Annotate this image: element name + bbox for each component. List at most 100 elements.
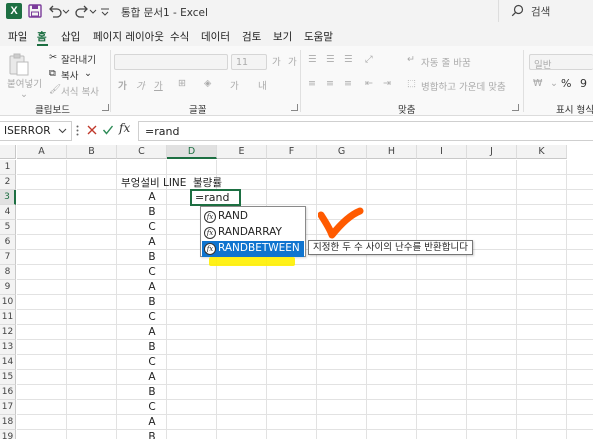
comma-style-icon[interactable]: 9 [580, 77, 587, 90]
tab-formulas[interactable]: 수식 [170, 29, 189, 44]
accounting-format-icon[interactable]: ₩ [533, 78, 542, 89]
cell-c3[interactable]: A [127, 190, 177, 205]
wrap-text-icon[interactable]: ↵ [407, 54, 415, 65]
cell-d2[interactable]: 불량률 [193, 175, 222, 190]
tab-home[interactable]: 홈 [37, 29, 47, 44]
row-header-10[interactable]: 10 [0, 295, 16, 310]
cell-c4[interactable]: B [127, 205, 177, 220]
copy-button[interactable]: 복사 [61, 68, 78, 82]
select-all-corner[interactable] [0, 145, 16, 159]
shrink-font-icon[interactable]: 가 [288, 54, 297, 68]
italic-icon[interactable]: 가 [136, 78, 145, 92]
bold-icon[interactable]: 가 [118, 78, 127, 92]
cell-c16[interactable]: B [127, 385, 177, 400]
autocomplete-item-randbetween[interactable]: fx RANDBETWEEN [202, 241, 304, 257]
cell-c18[interactable]: A [127, 415, 177, 430]
insert-function-icon[interactable]: fx [119, 121, 130, 135]
cell-c15[interactable]: A [127, 370, 177, 385]
percent-icon[interactable]: % [561, 77, 571, 90]
cell-c13[interactable]: B [127, 340, 177, 355]
cell-c2[interactable]: 부엉설비 LINE [121, 175, 186, 190]
cell-c11[interactable]: C [127, 310, 177, 325]
align-bottom-icon[interactable]: ☰ [344, 54, 353, 65]
row-header-9[interactable]: 9 [0, 280, 16, 295]
row-header-7[interactable]: 7 [0, 250, 16, 265]
tab-insert[interactable]: 삽입 [61, 29, 80, 44]
font-name-select[interactable] [114, 54, 228, 70]
save-icon[interactable] [27, 3, 43, 19]
tab-file[interactable]: 파일 [8, 29, 27, 44]
font-size-select[interactable]: 11 [231, 54, 267, 70]
formula-bar-grip-icon[interactable] [76, 125, 79, 139]
grow-font-icon[interactable]: 가 [272, 54, 281, 68]
cell-c7[interactable]: B [127, 250, 177, 265]
font-color-icon[interactable]: 가 [230, 78, 239, 92]
undo-icon[interactable] [47, 3, 63, 19]
enter-icon[interactable] [102, 123, 114, 140]
column-header-c[interactable]: C [117, 145, 167, 159]
number-format-select[interactable]: 일반 [529, 54, 593, 71]
column-header-i[interactable]: I [417, 145, 467, 159]
alignment-launcher-icon[interactable] [512, 104, 519, 111]
tab-page-layout[interactable]: 페이지 레이아웃 [93, 29, 164, 44]
paste-icon[interactable] [8, 52, 30, 79]
column-header-e[interactable]: E [217, 145, 267, 159]
cell-c12[interactable]: A [127, 325, 177, 340]
underline-icon[interactable]: 가 [154, 78, 163, 92]
cell-c19[interactable]: B [127, 430, 177, 439]
increase-indent-icon[interactable]: ⇥ [383, 78, 391, 89]
worksheet-grid[interactable]: ABCDEFGHIJK 1 2 3 4 5 6 7 8 9 10 11 12 13 14 15 16 17 18 1… [0, 145, 593, 439]
formula-input[interactable]: =rand [138, 121, 593, 141]
format-painter-button[interactable]: 서식 복사 [61, 84, 99, 98]
phonetic-icon[interactable]: 내 [258, 78, 267, 92]
wrap-text-button[interactable]: 자동 줄 바꿈 [421, 55, 471, 69]
column-header-g[interactable]: G [317, 145, 367, 159]
border-icon[interactable]: ⊞ [178, 78, 186, 89]
row-header-4[interactable]: 4 [0, 205, 16, 220]
align-middle-icon[interactable]: ☰ [326, 54, 335, 65]
align-top-icon[interactable]: ☰ [308, 54, 317, 65]
cell-c5[interactable]: C [127, 220, 177, 235]
paste-dropdown-icon[interactable]: ⌄ [20, 89, 28, 100]
column-header-h[interactable]: H [367, 145, 417, 159]
row-header-11[interactable]: 11 [0, 310, 16, 325]
column-header-f[interactable]: F [267, 145, 317, 159]
row-header-2[interactable]: 2 [0, 175, 16, 190]
tab-help[interactable]: 도움말 [304, 29, 333, 44]
cancel-icon[interactable] [86, 123, 98, 140]
align-left-icon[interactable]: ≡ [308, 78, 316, 89]
row-header-6[interactable]: 6 [0, 235, 16, 250]
row-header-14[interactable]: 14 [0, 355, 16, 370]
column-header-a[interactable]: A [17, 145, 67, 159]
search-box[interactable]: 검색 [498, 0, 593, 22]
autocomplete-item-rand[interactable]: fx RAND [202, 209, 304, 225]
row-header-3[interactable]: 3 [0, 190, 16, 205]
cell-c14[interactable]: C [127, 355, 177, 370]
orientation-icon[interactable]: ⤢ [365, 54, 373, 65]
cell-area[interactable] [17, 160, 593, 439]
merge-center-button[interactable]: 병합하고 가운데 맞춤 [421, 79, 506, 93]
row-header-8[interactable]: 8 [0, 265, 16, 280]
row-header-18[interactable]: 18 [0, 415, 16, 430]
cell-c10[interactable]: B [127, 295, 177, 310]
name-box[interactable]: ISERROR [0, 121, 72, 141]
accounting-dropdown-icon[interactable]: ⌄ [550, 78, 558, 89]
cell-c8[interactable]: C [127, 265, 177, 280]
row-header-19[interactable]: 19 [0, 430, 16, 439]
font-launcher-icon[interactable] [291, 104, 298, 111]
active-cell-d3[interactable]: =rand [190, 189, 241, 206]
column-header-k[interactable]: K [517, 145, 567, 159]
tab-data[interactable]: 데이터 [201, 29, 230, 44]
cell-c6[interactable]: A [127, 235, 177, 250]
column-header-b[interactable]: B [67, 145, 117, 159]
customize-quick-access-icon[interactable] [100, 3, 110, 19]
cell-c9[interactable]: A [127, 280, 177, 295]
row-header-5[interactable]: 5 [0, 220, 16, 235]
row-header-16[interactable]: 16 [0, 385, 16, 400]
row-header-13[interactable]: 13 [0, 340, 16, 355]
row-header-15[interactable]: 15 [0, 370, 16, 385]
cell-c17[interactable]: C [127, 400, 177, 415]
fill-color-icon[interactable]: ◈ [204, 78, 211, 89]
redo-icon[interactable] [74, 3, 90, 19]
tab-view[interactable]: 보기 [273, 29, 292, 44]
